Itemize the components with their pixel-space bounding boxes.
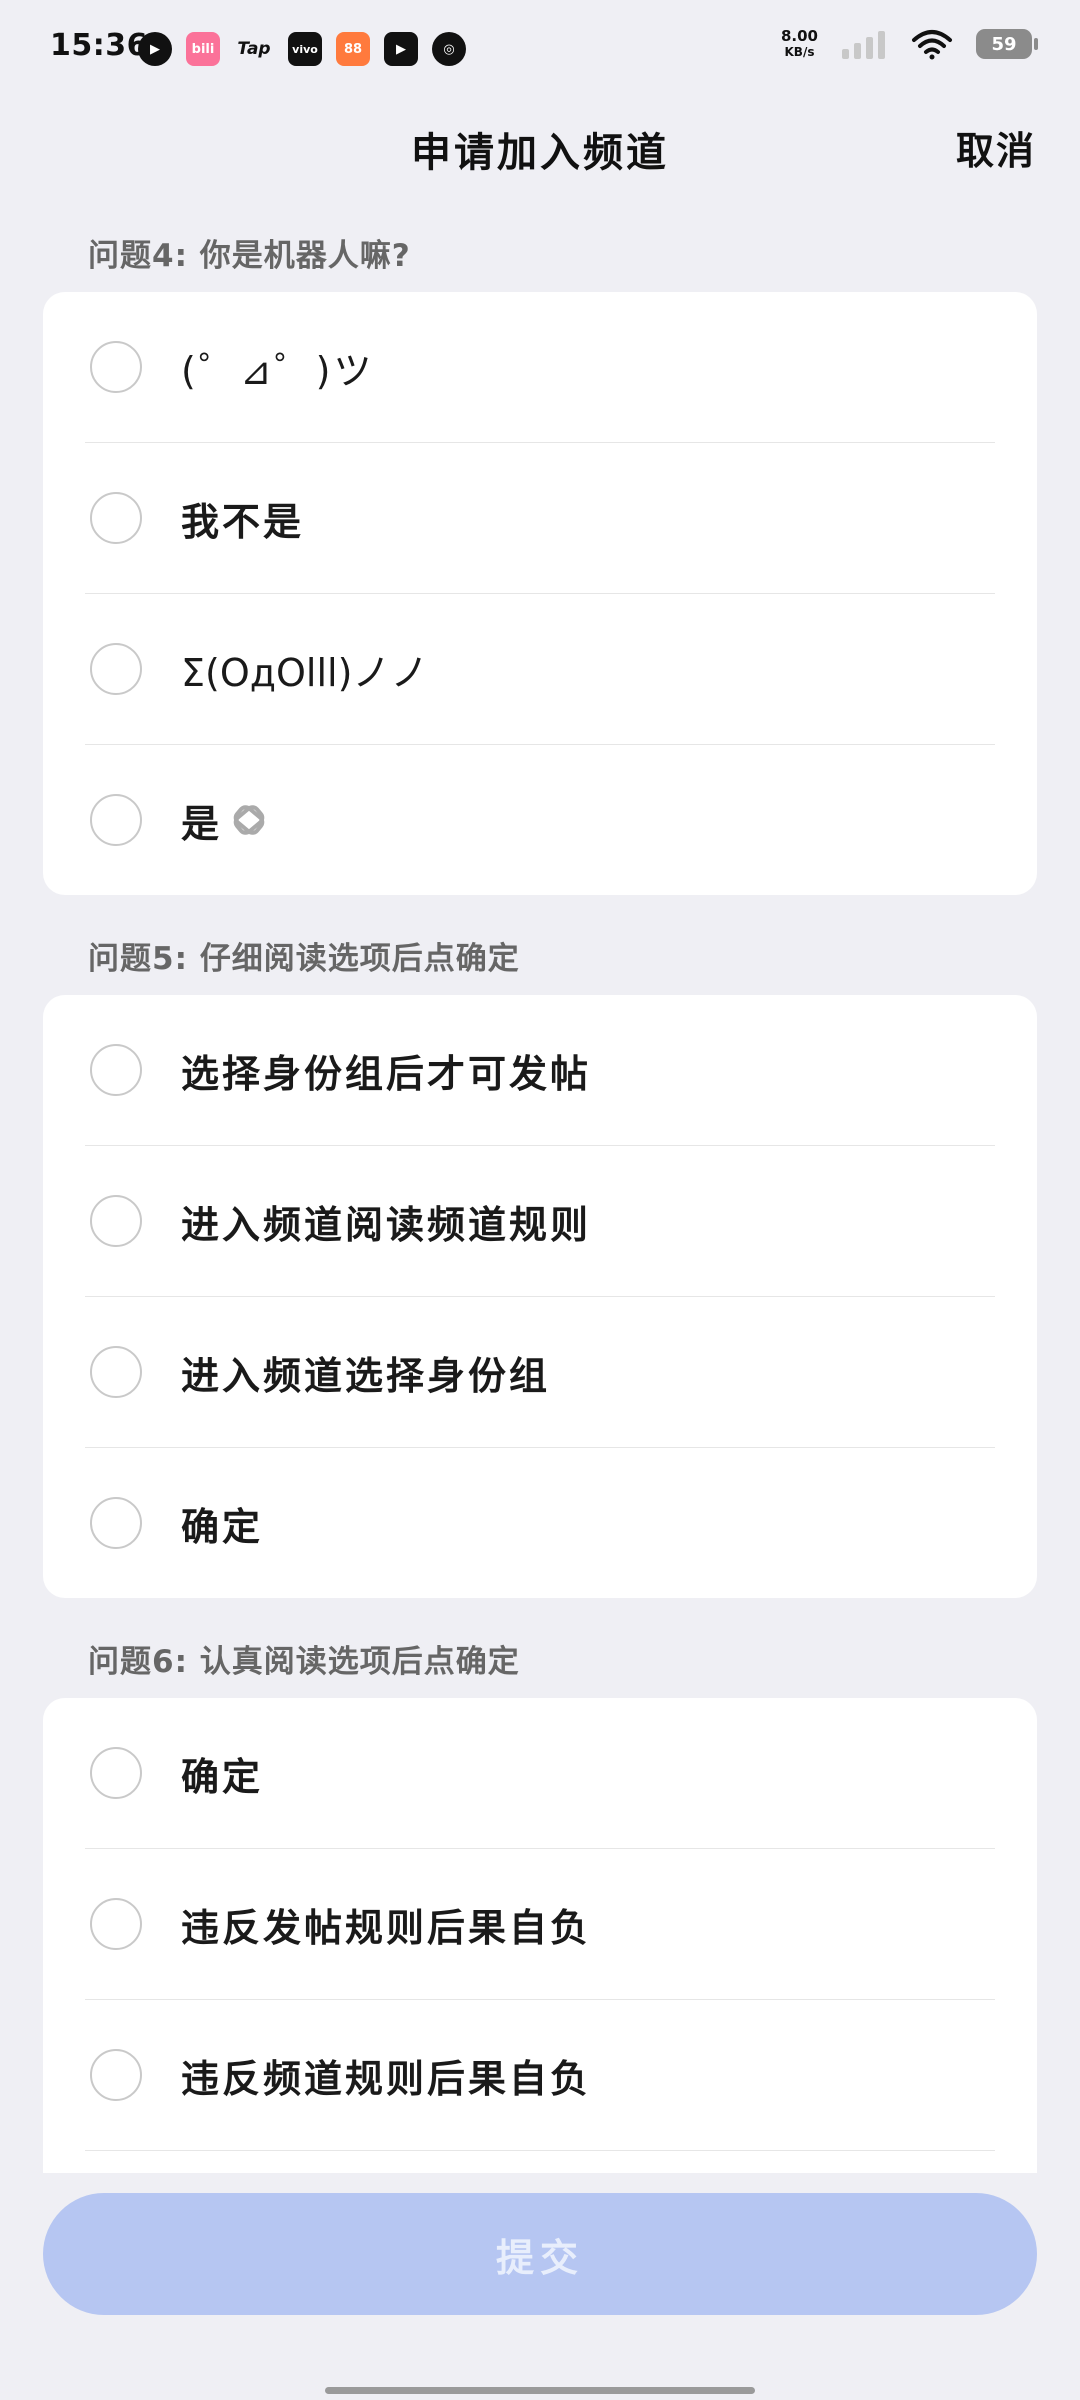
radio-button[interactable] <box>90 1898 142 1950</box>
option-item[interactable]: 进入频道阅读频道规则 <box>85 1146 995 1297</box>
emoji-sticker-icon <box>233 805 265 835</box>
radio-button[interactable] <box>90 492 142 544</box>
question-card: (゜⊿゜)ツ 我不是 Σ(OдOlll)ノノ 是 <box>43 292 1037 895</box>
option-item[interactable]: 进入频道选择身份组 <box>85 1297 995 1448</box>
option-label: 进入频道选择身份组 <box>181 1353 551 1398</box>
option-item[interactable] <box>85 2151 995 2173</box>
question-list[interactable]: 问题4: 你是机器人嘛? (゜⊿゜)ツ 我不是 Σ(OдOlll)ノノ 是 问题… <box>0 220 1080 2173</box>
option-item[interactable]: 选择身份组后才可发帖 <box>85 995 995 1146</box>
option-label: 是 <box>181 801 223 846</box>
radio-button[interactable] <box>90 643 142 695</box>
vivo-icon: vivo <box>288 32 322 66</box>
option-item[interactable]: 违反频道规则后果自负 <box>85 2000 995 2151</box>
radio-button[interactable] <box>90 341 142 393</box>
question-card: 确定 违反发帖规则后果自负 违反频道规则后果自负 <box>43 1698 1037 2173</box>
battery-indicator: 59 <box>976 29 1038 59</box>
option-label: (゜⊿゜)ツ <box>181 348 375 393</box>
home-indicator[interactable] <box>325 2387 755 2394</box>
radio-button[interactable] <box>90 794 142 846</box>
status-time: 15:36 <box>50 28 148 63</box>
radio-button[interactable] <box>90 2049 142 2101</box>
network-speed: 8.00 KB/s <box>780 27 818 59</box>
bilibili-icon: bili <box>186 32 220 66</box>
option-label: 确定 <box>181 1504 264 1549</box>
option-item[interactable]: 违反发帖规则后果自负 <box>85 1849 995 2000</box>
option-item[interactable]: 我不是 <box>85 443 995 594</box>
submit-area: 提交 <box>0 2173 1080 2400</box>
option-label: Σ(OдOlll)ノノ <box>181 650 429 695</box>
leaf-icon: ◎ <box>432 32 466 66</box>
option-item[interactable]: 是 <box>85 745 995 895</box>
option-label: 确定 <box>181 1754 264 1799</box>
status-bar: 15:36 ▶ bili Tap vivo 88 ▶ ◎ 8.00 KB/s 5… <box>0 0 1080 100</box>
notification-icons: ▶ bili Tap vivo 88 ▶ ◎ <box>138 32 466 66</box>
radio-button[interactable] <box>90 1497 142 1549</box>
radio-button[interactable] <box>90 1346 142 1398</box>
page-header: 申请加入频道 取消 <box>0 110 1080 180</box>
option-label: 进入频道阅读频道规则 <box>181 1202 592 1247</box>
cancel-button[interactable]: 取消 <box>956 120 1036 175</box>
radio-button[interactable] <box>90 1747 142 1799</box>
tap-icon: Tap <box>237 39 271 59</box>
video-icon: ▶ <box>384 32 418 66</box>
page-title: 申请加入频道 <box>411 130 669 176</box>
play-icon: ▶ <box>138 32 172 66</box>
option-item[interactable]: 确定 <box>85 1698 995 1849</box>
submit-button[interactable]: 提交 <box>43 2193 1037 2315</box>
option-label: 违反发帖规则后果自负 <box>181 1905 592 1950</box>
question-label: 问题4: 你是机器人嘛? <box>88 238 411 274</box>
option-label: 选择身份组后才可发帖 <box>181 1051 592 1096</box>
question-label: 问题6: 认真阅读选项后点确定 <box>88 1644 520 1680</box>
signal-icon <box>842 31 885 59</box>
radio-button[interactable] <box>90 1195 142 1247</box>
question-label: 问题5: 仔细阅读选项后点确定 <box>88 941 520 977</box>
option-label: 我不是 <box>181 499 305 544</box>
wifi-icon <box>912 30 952 60</box>
radio-button[interactable] <box>90 1044 142 1096</box>
question-card: 选择身份组后才可发帖 进入频道阅读频道规则 进入频道选择身份组 确定 <box>43 995 1037 1598</box>
option-label: 违反频道规则后果自负 <box>181 2056 592 2101</box>
option-item[interactable]: 确定 <box>85 1448 995 1598</box>
option-item[interactable]: (゜⊿゜)ツ <box>85 292 995 443</box>
store-icon: 88 <box>336 32 370 66</box>
option-item[interactable]: Σ(OдOlll)ノノ <box>85 594 995 745</box>
